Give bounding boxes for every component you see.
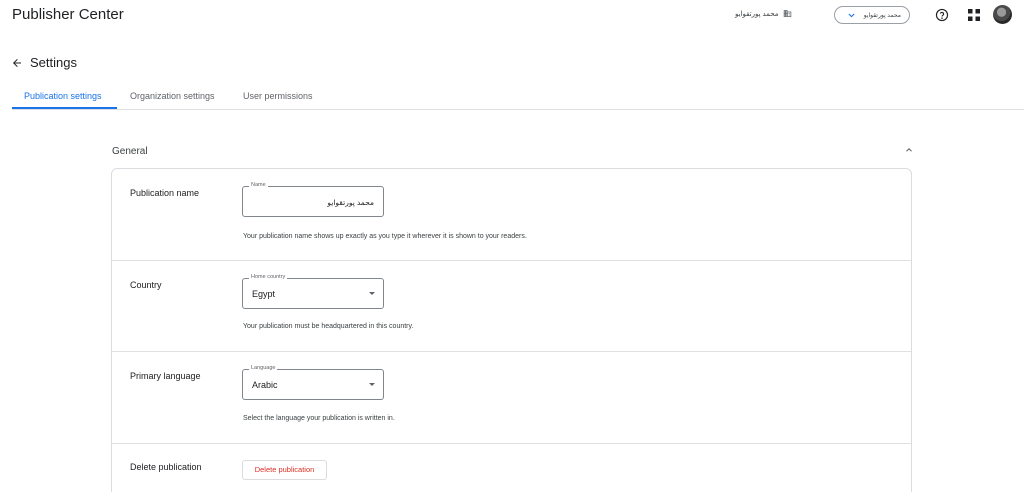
help-icon[interactable] [935,8,949,22]
country-row: Country Home country Egypt Your publicat… [112,261,911,352]
section-title: General [112,146,148,157]
publication-switcher-label: محمد پورتقوایو [863,12,901,19]
general-settings-card: Publication name Name محمد پورتقوایو You… [111,168,912,492]
language-row: Primary language Language Arabic Select … [112,352,911,444]
publication-name-helper: Your publication name shows up exactly a… [243,233,527,240]
top-app-bar: Publisher Center محمد پورتقوایو محمد پور… [0,0,1024,30]
home-country-select[interactable]: Home country Egypt [242,274,384,309]
name-field-legend: Name [249,182,268,188]
active-tab-indicator [12,107,117,109]
app-title[interactable]: Publisher Center [12,6,124,23]
language-label: Primary language [130,371,201,381]
home-country-legend: Home country [249,274,288,280]
tab-user-permissions[interactable]: User permissions [243,91,313,101]
name-field-value: محمد پورتقوایو [327,198,374,207]
publication-name-text: محمد پورتقوایو [735,10,779,18]
publication-name-label: Publication name [130,188,200,198]
tab-organization-settings[interactable]: Organization settings [130,91,215,101]
country-label: Country [130,280,162,290]
language-select[interactable]: Language Arabic [242,365,384,400]
settings-tabs: Publication settings Organization settin… [12,82,1024,110]
publication-switcher[interactable]: محمد پورتقوایو [834,6,910,24]
chevron-up-icon[interactable] [904,145,914,155]
language-value: Arabic [252,380,278,390]
delete-publication-label: Delete publication [130,462,202,472]
tab-publication-settings[interactable]: Publication settings [24,91,102,101]
delete-publication-row: Delete publication Delete publication [112,444,911,492]
apps-grid-icon[interactable] [968,9,980,21]
country-helper: Your publication must be headquartered i… [243,323,414,330]
current-publication-label: محمد پورتقوایو [735,9,792,18]
publication-name-input[interactable]: Name محمد پورتقوایو [242,182,384,217]
building-icon [783,10,791,17]
delete-publication-button[interactable]: Delete publication [242,460,327,480]
avatar[interactable] [993,5,1012,24]
language-legend: Language [249,365,278,371]
publication-name-row: Publication name Name محمد پورتقوایو You… [112,169,911,261]
language-helper: Select the language your publication is … [243,415,395,422]
chevron-down-icon [848,13,855,17]
dropdown-arrow-icon [369,383,375,386]
arrow-back-icon[interactable] [11,57,23,69]
dropdown-arrow-icon [369,292,375,295]
page-title: Settings [30,55,77,70]
home-country-value: Egypt [252,289,276,299]
